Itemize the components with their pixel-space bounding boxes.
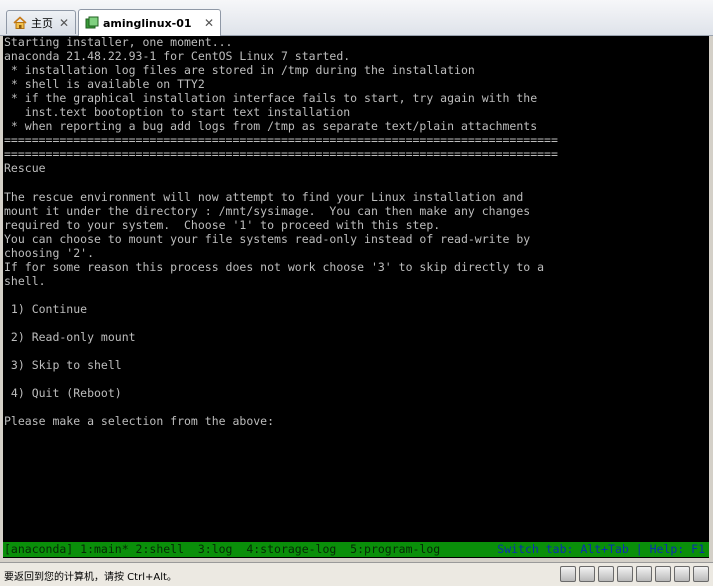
console-line: required to your system. Choose '1' to p… [4,217,441,232]
menu-option-skip-to-shell: 3) Skip to shell [4,358,122,373]
console-line: Rescue [4,161,46,176]
usb-icon[interactable] [655,566,671,582]
console-line: choosing '2'. [4,245,95,260]
display-icon[interactable] [674,566,690,582]
tmux-help-hint: Switch tab: Alt+Tab | Help: F1 [497,542,705,556]
console-line: * shell is available on TTY2 [4,77,205,92]
console-line: Starting installer, one moment... [4,36,233,49]
vm-console[interactable]: Starting installer, one moment... anacon… [3,36,709,558]
release-input-hint: 要返回到您的计算机，请按 Ctrl+Alt。 [4,572,177,583]
console-line: If for some reason this process does not… [4,259,545,274]
message-icon[interactable] [693,566,709,582]
sound-card-icon[interactable] [636,566,652,582]
tab-vm-label: aminglinux-01 [103,16,192,30]
menu-option-read-only-mount: 2) Read-only mount [4,329,136,344]
console-line: shell. [4,273,46,288]
console-line: anaconda 21.48.22.93-1 for CentOS Linux … [4,49,351,64]
console-line: * when reporting a bug add logs from /tm… [4,119,538,134]
status-bar: 要返回到您的计算机，请按 Ctrl+Alt。 [0,562,713,586]
console-line: ========================================… [4,147,558,162]
printer-icon[interactable] [617,566,633,582]
network-adapter-icon[interactable] [598,566,614,582]
close-icon[interactable]: ✕ [58,17,70,29]
home-icon [13,15,27,30]
console-line: You can choose to mount your file system… [4,231,531,246]
console-line: ========================================… [4,133,558,148]
console-line: mount it under the directory : /mnt/sysi… [4,203,531,218]
vm-icon [85,16,99,30]
console-output: Starting installer, one moment... anacon… [4,36,558,428]
tab-bar: 主页 ✕ aminglinux-01 ✕ [0,0,713,36]
console-line: * if the graphical installation interfac… [4,91,538,106]
tab-home[interactable]: 主页 ✕ [6,10,76,34]
tmux-window-list: [anaconda] 1:main* 2:shell 3:log 4:stora… [4,542,441,556]
hard-disk-icon[interactable] [560,566,576,582]
console-line: inst.text bootoption to start text insta… [4,105,351,120]
device-tray [560,566,709,582]
tmux-status-bar: [anaconda] 1:main* 2:shell 3:log 4:stora… [3,542,709,557]
menu-option-continue: 1) Continue [4,301,88,316]
close-icon[interactable]: ✕ [203,17,215,29]
selection-prompt: Please make a selection from the above: [4,414,275,429]
tab-vm[interactable]: aminglinux-01 ✕ [78,9,221,36]
tab-home-label: 主页 [31,16,53,30]
console-line: * installation log files are stored in /… [4,63,475,78]
menu-option-quit-reboot: 4) Quit (Reboot) [4,386,122,401]
console-line: The rescue environment will now attempt … [4,189,524,204]
cd-drive-icon[interactable] [579,566,595,582]
